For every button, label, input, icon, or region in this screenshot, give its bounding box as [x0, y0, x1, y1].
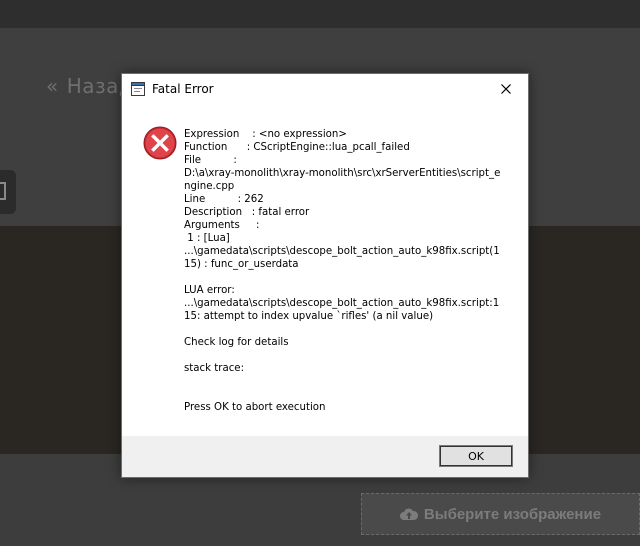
dialog-body: Expression : <no expression> Function : … [122, 104, 528, 436]
background-topbar [0, 0, 640, 28]
dialog-titlebar[interactable]: Fatal Error [122, 74, 528, 104]
ok-button[interactable]: OK [439, 445, 513, 467]
panel-icon [0, 182, 6, 200]
dialog-footer: OK [122, 436, 528, 477]
upload-image-label: Выберите изображение [423, 505, 602, 523]
error-message: Expression : <no expression> Function : … [184, 129, 501, 413]
dialog-title: Fatal Error [152, 82, 214, 96]
window-app-icon [131, 82, 145, 96]
close-button[interactable] [484, 74, 528, 104]
upload-image-button[interactable]: Выберите изображение [361, 493, 640, 535]
close-icon [501, 84, 511, 94]
cloud-upload-icon [399, 507, 418, 521]
ok-button-label: OK [468, 449, 484, 463]
error-icon [143, 126, 177, 160]
side-panel-tab[interactable] [0, 170, 16, 214]
chevron-left-icon: « [46, 74, 59, 98]
fatal-error-dialog: Fatal Error Expression : <no expression>… [121, 73, 529, 478]
